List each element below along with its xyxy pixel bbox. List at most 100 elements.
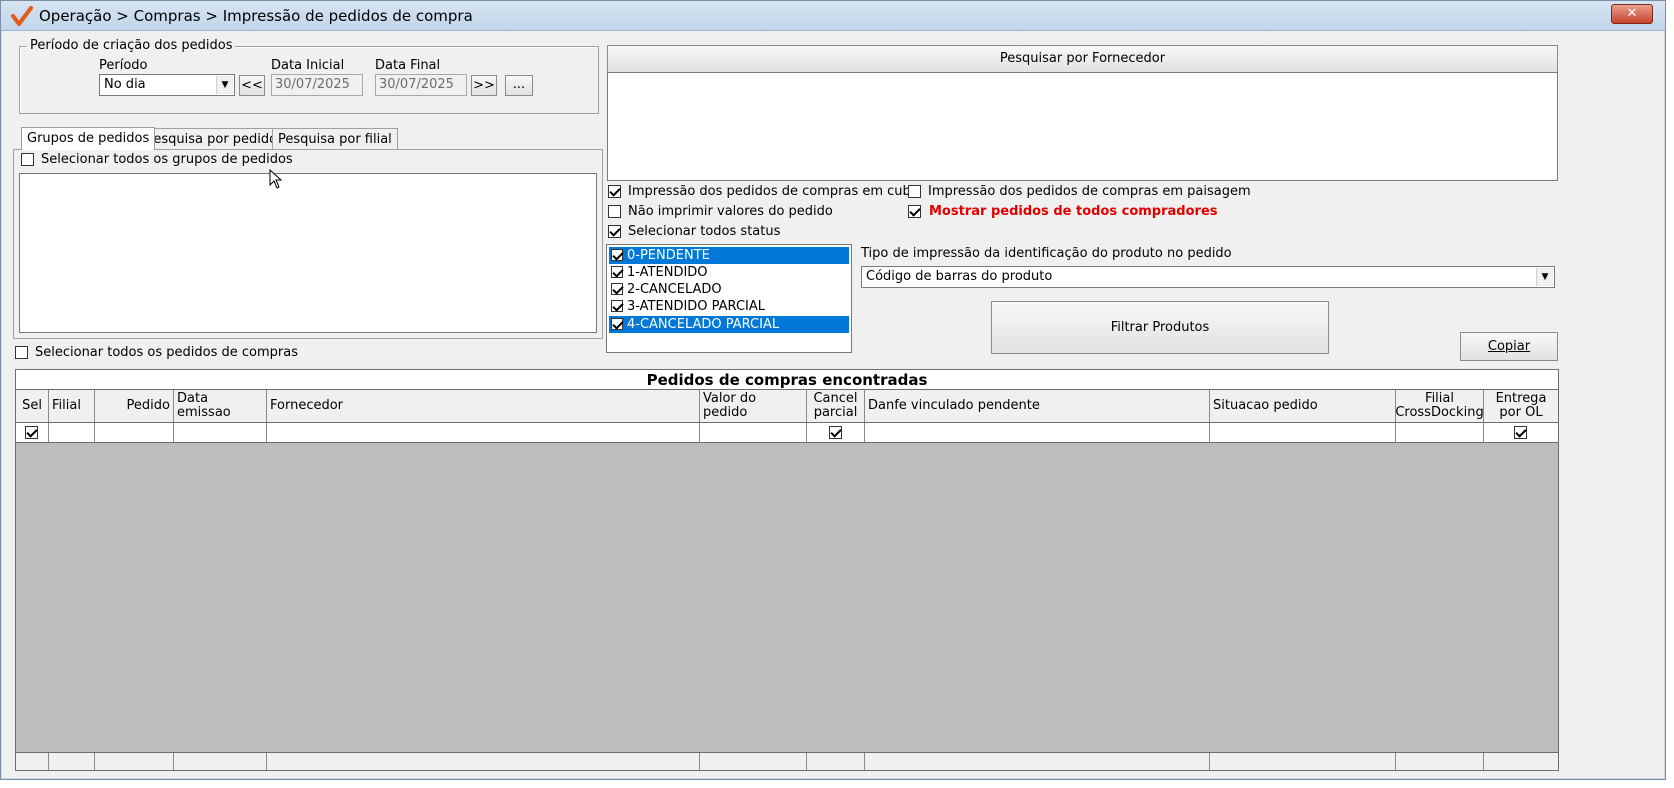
grid-footer [16,752,1558,770]
column-header-filial-crossdocking[interactable]: Filial CrossDocking [1396,390,1484,422]
periodo-select[interactable]: No dia ▼ [99,74,235,96]
select-all-pedidos-checkbox[interactable] [15,346,28,359]
filter-sel-checkbox[interactable] [25,426,38,439]
footer-cell [49,753,95,770]
column-header-sel[interactable]: Sel [16,390,49,422]
column-header-valor-pedido[interactable]: Valor do pedido [700,390,807,422]
copiar-label: Copiar [1487,339,1531,354]
more-options-button[interactable]: ... [505,75,533,96]
data-inicial-label: Data Inicial [271,58,345,73]
status-checkbox[interactable] [611,300,623,312]
column-header-label: Cancel parcial [813,391,858,420]
status-item-cancelado-parcial[interactable]: 4-CANCELADO PARCIAL [609,316,849,333]
column-header-label: Pedido [126,398,170,413]
status-item-label: 1-ATENDIDO [627,265,708,280]
filter-cell-danfe[interactable] [865,423,1210,442]
select-all-status-checkbox[interactable] [608,225,621,238]
status-item-pendente[interactable]: 0-PENDENTE [609,247,849,264]
filter-cell-data-emissao[interactable] [174,423,267,442]
footer-cell [807,753,865,770]
status-checkbox[interactable] [611,266,623,278]
mostrar-todos-checkbox[interactable] [908,205,921,218]
select-all-groups-checkbox[interactable] [21,153,34,166]
tab-pesquisa-por-pedido[interactable]: Pesquisa por pedido [140,128,284,150]
paisagem-label: Impressão dos pedidos de compras em pais… [928,184,1251,199]
tab-pesquisa-por-filial[interactable]: Pesquisa por filial [272,128,398,150]
periodo-select-value: No dia [104,77,146,92]
pesquisar-fornecedor-header[interactable]: Pesquisar por Fornecedor [607,45,1558,73]
status-item-cancelado[interactable]: 2-CANCELADO [609,281,849,298]
tab-grupos-de-pedidos[interactable]: Grupos de pedidos [21,127,156,150]
status-item-label: 2-CANCELADO [627,282,722,297]
column-header-data-emissao[interactable]: Data emissao [174,390,267,422]
grid-caption: Pedidos de compras encontradas [16,370,1558,390]
pesquisar-fornecedor-label: Pesquisar por Fornecedor [999,51,1166,66]
tipo-impressao-label: Tipo de impressão da identificação do pr… [861,246,1232,261]
status-item-atendido-parcial[interactable]: 3-ATENDIDO PARCIAL [609,298,849,315]
copiar-button[interactable]: Copiar [1460,332,1558,361]
tab-pesquisa-filial-label: Pesquisa por filial [278,132,392,147]
filtrar-produtos-label: Filtrar Produtos [1110,320,1210,335]
select-all-pedidos-label: Selecionar todos os pedidos de compras [35,345,298,360]
paisagem-checkbox[interactable] [908,185,921,198]
close-button[interactable]: ✕ [1611,4,1653,24]
nao-imprimir-checkbox[interactable] [608,205,621,218]
data-inicial-field[interactable]: 30/07/2025 [271,74,363,96]
filter-cell-filial[interactable] [49,423,95,442]
tab-pesquisa-pedido-label: Pesquisa por pedido [146,132,278,147]
status-checkbox[interactable] [611,249,623,261]
status-list[interactable]: 0-PENDENTE 1-ATENDIDO 2-CANCELADO 3-ATEN… [606,244,852,353]
filter-cell-valor-pedido[interactable] [700,423,807,442]
filter-entrega-ol-checkbox[interactable] [1514,426,1527,439]
pedidos-grid[interactable]: Pedidos de compras encontradas Sel Filia… [15,369,1559,771]
mostrar-todos-label: Mostrar pedidos de todos compradores [929,204,1218,219]
filter-cell-filial-crossdocking[interactable] [1396,423,1484,442]
filtrar-produtos-button[interactable]: Filtrar Produtos [991,301,1329,354]
filter-cell-entrega-ol [1484,423,1558,442]
chevron-down-icon: ▼ [1536,268,1553,286]
select-all-status-label: Selecionar todos status [628,224,781,239]
column-header-label: Filial CrossDocking [1396,391,1484,420]
column-header-fornecedor[interactable]: Fornecedor [267,390,700,422]
filter-cancel-parcial-checkbox[interactable] [828,426,842,439]
cubo-checkbox[interactable] [608,185,621,198]
filter-cell-cancel-parcial [807,423,865,442]
fornecedor-list[interactable] [607,72,1558,181]
grid-header: Sel Filial Pedido Data emissao Fornecedo… [16,390,1558,423]
column-header-cancel-parcial[interactable]: Cancel parcial [807,390,865,422]
data-final-field[interactable]: 30/07/2025 [375,74,467,96]
filter-cell-sel [16,423,49,442]
column-header-label: Filial [52,398,81,413]
next-period-button[interactable]: >> [471,75,497,96]
column-header-filial[interactable]: Filial [49,390,95,422]
footer-cell [174,753,267,770]
column-header-pedido[interactable]: Pedido [95,390,174,422]
title-bar: Operação > Compras > Impressão de pedido… [1,1,1665,31]
app-logo-icon [11,6,33,26]
column-header-label: Entrega por OL [1495,391,1547,420]
tipo-impressao-select[interactable]: Código de barras do produto ▼ [861,266,1555,288]
column-header-entrega-ol[interactable]: Entrega por OL [1484,390,1558,422]
status-checkbox[interactable] [611,283,623,295]
footer-cell [700,753,807,770]
grupos-list[interactable] [19,173,597,333]
status-item-atendido[interactable]: 1-ATENDIDO [609,264,849,281]
column-header-situacao[interactable]: Situacao pedido [1210,390,1396,422]
footer-cell [1396,753,1484,770]
more-options-label: ... [512,77,526,92]
column-header-danfe[interactable]: Danfe vinculado pendente [865,390,1210,422]
filter-cell-pedido[interactable] [95,423,174,442]
filter-cell-fornecedor[interactable] [267,423,700,442]
chevron-down-icon: ▼ [216,76,233,94]
column-header-label: Data emissao [177,391,231,420]
filter-cell-situacao[interactable] [1210,423,1396,442]
column-header-label: Sel [22,398,42,413]
footer-cell [865,753,1210,770]
footer-cell [95,753,174,770]
column-header-label: Situacao pedido [1213,398,1318,413]
footer-cell [267,753,700,770]
cubo-label: Impressão dos pedidos de compras em cubo [628,184,919,199]
footer-cell [16,753,49,770]
status-checkbox[interactable] [611,318,623,330]
previous-period-button[interactable]: << [239,75,265,96]
